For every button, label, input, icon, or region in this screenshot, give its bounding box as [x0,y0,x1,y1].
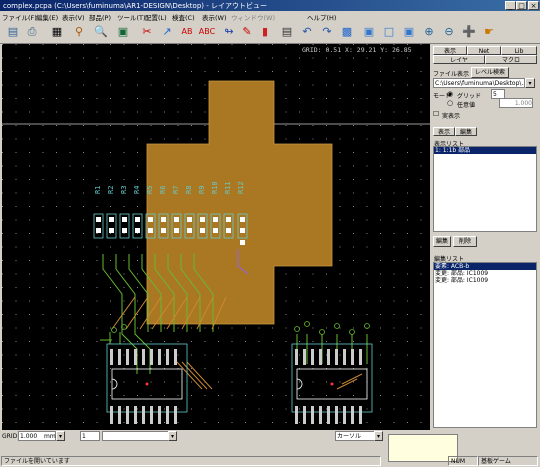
svg-text:R3: R3 [120,186,128,194]
grid-label: GRID [2,433,18,440]
svg-text:R6: R6 [159,186,167,194]
any-radio-label: 任意値 [457,102,476,109]
title-bar: complex.pcpa (C:\Users\fuminuma\AR1-DESI… [0,0,540,11]
status-num: NUM [448,456,478,466]
any-value-field[interactable]: 1.000 [499,98,533,108]
pan-icon[interactable]: ☛ [480,24,498,40]
maximize-button[interactable]: □ [516,1,527,10]
pcb-view: GRID: 0.51 X: 29.21 Y: 26.85 R1 R2 R3 R4… [2,44,430,430]
abc-check-icon[interactable]: AB [178,24,196,40]
draw-icon[interactable]: ✎ [238,24,256,40]
zoom-fit-icon[interactable]: ▣ [360,24,378,40]
board-icon[interactable]: ▣ [114,24,132,40]
zoom-icon[interactable]: ⚲ [70,24,88,40]
zoom-area-icon[interactable]: ▣ [400,24,418,40]
edit-button[interactable]: 編集 [433,236,451,247]
realtime-checkbox[interactable]: ☐ [433,110,439,118]
layout-canvas[interactable]: GRID: 0.51 X: 29.21 Y: 26.85 R1 R2 R3 R4… [2,44,430,430]
coordinate-readout: GRID: 0.51 X: 29.21 Y: 26.85 [302,46,412,54]
toolbar: ▤ ⎙ ▦ ⚲ 🔍 ▣ ✂ ↗ AB ABC ↬ ✎ ▮ ▤ ↶ ↷ ▩ ▣ □… [0,21,540,44]
grid-radio-icon[interactable]: ◉ [447,90,453,98]
path-field[interactable]: C:\Users\fuminuma\Desktop\... [433,78,525,88]
open-icon[interactable]: ▤ [4,24,22,40]
tab-macro[interactable]: マクロ [485,55,537,64]
menu-bar: ファイル(F) 編集(E) 表示(V) 部品(P) ツール(T) 配置(L) 検… [0,11,540,22]
search-icon[interactable]: 🔍 [92,24,110,40]
unit-field[interactable]: 1 [80,431,100,441]
redo-icon[interactable]: ↷ [318,24,336,40]
svg-text:R10: R10 [211,181,219,194]
window-title: complex.pcpa (C:\Users\fuminuma\AR1-DESI… [3,2,267,10]
tab-layer[interactable]: レイヤ [433,55,485,64]
cursor-icon[interactable]: ➕ [460,24,478,40]
display-list[interactable]: 1: 1:1b 部品 [433,146,537,232]
any-radio-icon[interactable]: ○ [447,99,453,107]
cut-icon[interactable]: ✂ [138,24,156,40]
svg-text:R11: R11 [224,181,232,194]
measure-tool-icon[interactable]: ▩ [338,24,356,40]
route-icon[interactable]: ↗ [158,24,176,40]
grid-unit: mm [44,433,56,440]
file-label: ファイル表示 [433,71,470,78]
tab-lib[interactable]: Lib [501,46,537,55]
side-panel: 表示 Net Lib レイヤ マクロ ファイル表示 レベル検索 C:\Users… [431,44,539,430]
edit-list[interactable]: 要素: ACB-b 変更: 部品: IC1009 変更: 部品: IC1009 [433,262,537,428]
print-icon[interactable]: ⎙ [23,24,41,40]
realtime-label: 実表示 [442,113,461,120]
svg-text:R2: R2 [107,186,115,194]
path-dropdown-button[interactable]: ▾ [525,78,535,88]
svg-text:R8: R8 [185,186,193,194]
tab-edit-2[interactable]: 編集 [455,127,477,136]
refresh-button[interactable]: レベル検索 [471,67,509,78]
list-item[interactable]: 変更: 部品: IC1009 [434,277,536,284]
cursor-dropdown-button[interactable]: ▾ [374,431,383,441]
value-field[interactable] [102,431,170,441]
close-button[interactable]: × [528,1,539,10]
grid-radio-label: グリッド [457,93,482,100]
zoom-out-icon[interactable]: ⊖ [440,24,458,40]
abc-spell-icon[interactable]: ABC [198,24,216,40]
document-icon[interactable]: ▤ [278,24,296,40]
tab-display-2[interactable]: 表示 [433,127,455,136]
status-main: ファイルを開いています [1,456,381,466]
tab-display[interactable]: 表示 [433,46,467,55]
svg-text:R9: R9 [198,186,206,194]
tab-net[interactable]: Net [467,46,501,55]
grid-dropdown-button[interactable]: ▾ [56,431,65,441]
list-item[interactable]: 変更: 部品: IC1009 [434,270,536,277]
undo-icon[interactable]: ↶ [298,24,316,40]
zoom-window-icon[interactable]: □ [380,24,398,40]
delete-button[interactable]: 削除 [453,236,477,247]
svg-text:R1: R1 [94,186,102,194]
layer-icon[interactable]: ▮ [256,24,274,40]
value-dropdown-button[interactable]: ▾ [168,431,177,441]
measure-icon[interactable]: ▦ [48,24,66,40]
list-item[interactable]: 要素: ACB-b [434,263,536,270]
list-item[interactable]: 1: 1:1b 部品 [434,147,536,154]
svg-text:R5: R5 [146,186,154,194]
svg-text:R4: R4 [133,186,141,194]
svg-text:R7: R7 [172,186,180,194]
minimize-button[interactable]: _ [505,1,516,10]
status-mode: 基板ゲーム [478,456,538,466]
svg-text:R12: R12 [237,181,245,194]
arrow-icon[interactable]: ↬ [220,24,238,40]
cursor-field[interactable]: カーソル [335,431,375,441]
zoom-in-icon[interactable]: ⊕ [420,24,438,40]
